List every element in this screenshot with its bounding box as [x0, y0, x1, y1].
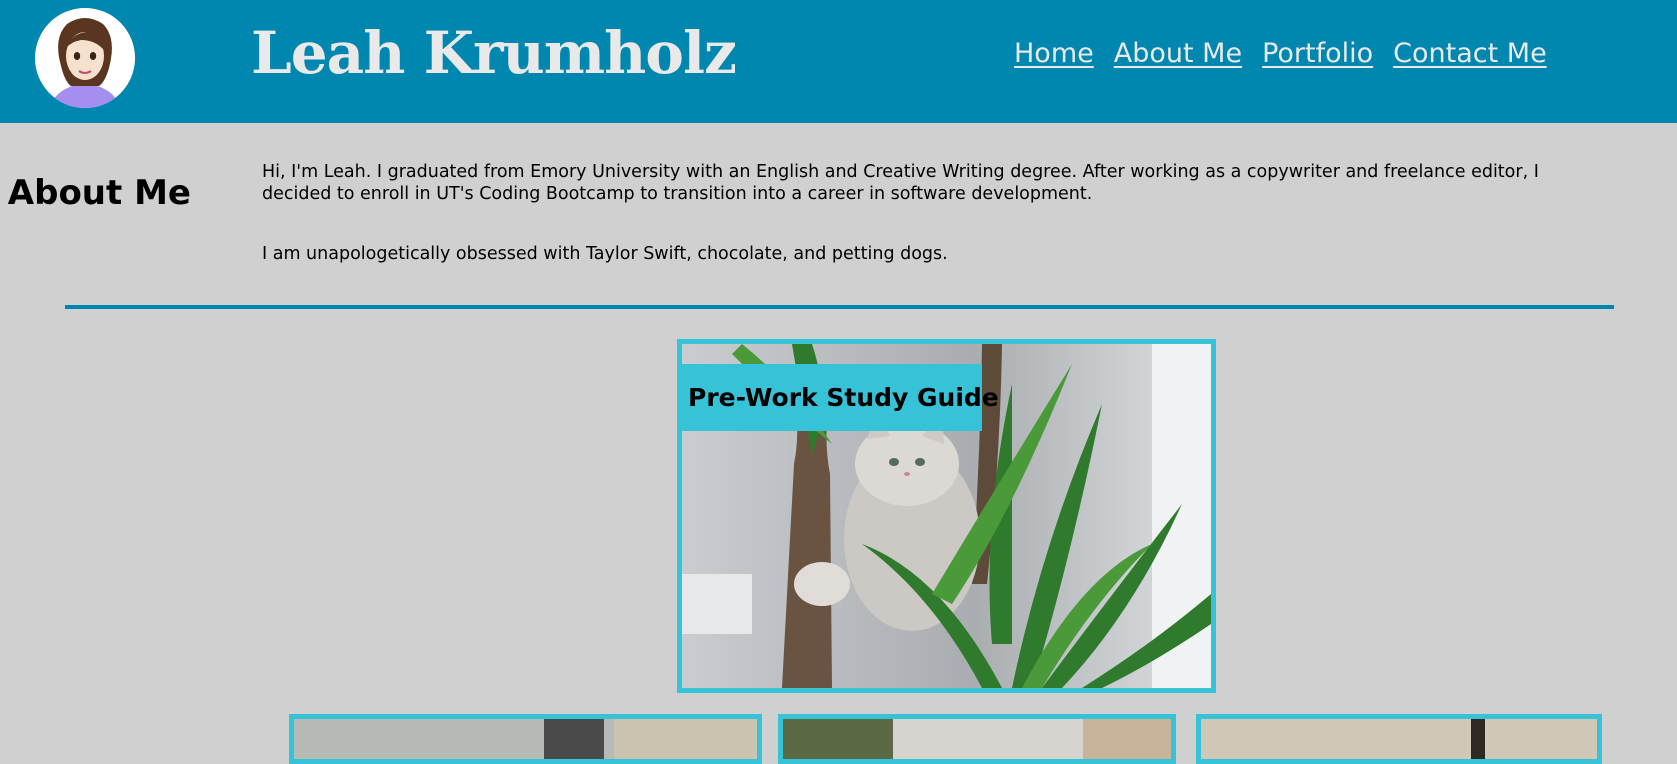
portfolio-card-2[interactable]: [289, 714, 762, 764]
card-image: [1201, 719, 1597, 759]
about-heading-text: About Me: [7, 173, 191, 213]
section-divider: [65, 305, 1614, 309]
portfolio-card-featured[interactable]: Pre-Work Study Guide: [677, 339, 1216, 693]
nav-portfolio-link[interactable]: Portfolio: [1262, 34, 1373, 74]
avatar-illustration: [35, 8, 135, 108]
card-image: [783, 719, 1171, 759]
portfolio-card-3[interactable]: [778, 714, 1176, 764]
nav-home-link[interactable]: Home: [1014, 34, 1094, 74]
nav-contact-link[interactable]: Contact Me: [1393, 34, 1547, 74]
site-header: Leah Krumholz Home About Me Portfolio Co…: [0, 0, 1677, 123]
nav-about-link[interactable]: About Me: [1114, 34, 1242, 74]
card-title: Pre-Work Study Guide: [682, 364, 999, 431]
avatar: [35, 8, 135, 108]
about-text: Hi, I'm Leah. I graduated from Emory Uni…: [262, 161, 1602, 265]
main-nav: Home About Me Portfolio Contact Me: [1014, 34, 1547, 74]
about-paragraph-intro: Hi, I'm Leah. I graduated from Emory Uni…: [262, 162, 1539, 204]
site-title: Leah Krumholz: [251, 19, 737, 87]
card-image: [294, 719, 757, 759]
portfolio-card-4[interactable]: [1196, 714, 1602, 764]
about-paragraph-interests: I am unapologetically obsessed with Tayl…: [262, 244, 948, 264]
about-heading: About Me: [8, 173, 191, 213]
